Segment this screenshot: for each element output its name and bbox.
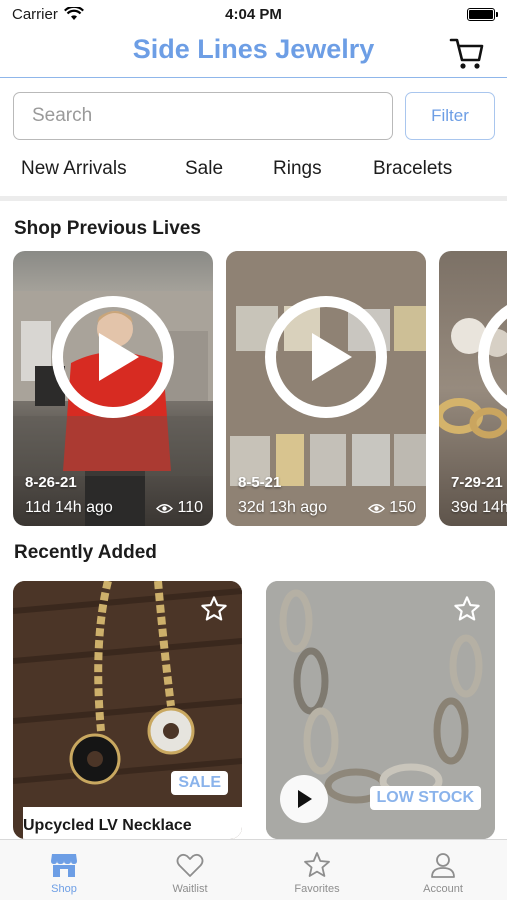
sale-badge: SALE <box>171 771 228 795</box>
live-time-ago: 39d 14h ago <box>451 499 507 516</box>
section-divider <box>0 196 507 201</box>
status-bar: Carrier 4:04 PM <box>0 0 507 28</box>
recent-section-title: Recently Added <box>14 542 157 563</box>
video-play-button[interactable] <box>280 775 328 823</box>
live-date: 8-26-21 <box>25 474 77 491</box>
cart-icon[interactable] <box>449 36 485 70</box>
live-views: 110 <box>156 499 203 517</box>
play-icon <box>312 333 352 381</box>
product-name: Upcycled LV Necklace <box>23 807 242 839</box>
live-card[interactable]: 8-5-21 32d 13h ago 150 <box>226 251 426 526</box>
product-card[interactable]: LOW STOCK <box>266 581 495 839</box>
app-header: Side Lines Jewelry <box>0 28 507 78</box>
lives-section-title: Shop Previous Lives <box>14 218 201 239</box>
play-icon <box>99 333 139 381</box>
carrier-label: Carrier <box>12 5 58 23</box>
eye-icon <box>156 503 174 513</box>
product-card[interactable]: SALE Upcycled LV Necklace <box>13 581 242 839</box>
live-views: 150 <box>368 499 416 517</box>
battery-icon <box>467 7 498 21</box>
bottom-tab-bar: Shop Waitlist Favorites Account <box>0 839 507 900</box>
live-views-count: 110 <box>177 499 203 516</box>
live-views-count: 150 <box>389 499 416 516</box>
category-tabs: New Arrivals Sale Rings Bracelets <box>0 152 507 186</box>
person-icon <box>431 853 455 878</box>
category-tab-rings[interactable]: Rings <box>273 158 322 180</box>
category-tab-sale[interactable]: Sale <box>185 158 223 180</box>
app-title: Side Lines Jewelry <box>132 34 375 64</box>
store-icon <box>51 854 77 877</box>
play-icon <box>298 790 312 808</box>
tab-shop[interactable]: Shop <box>19 840 109 900</box>
tab-label: Favorites <box>294 883 340 895</box>
live-date: 8-5-21 <box>238 474 282 491</box>
search-input[interactable] <box>13 92 393 140</box>
star-icon <box>304 852 330 877</box>
search-row: Filter <box>13 92 495 140</box>
eye-icon <box>368 503 386 513</box>
star-icon[interactable] <box>453 595 481 623</box>
tab-favorites[interactable]: Favorites <box>272 840 362 900</box>
tab-label: Waitlist <box>172 883 208 895</box>
star-icon[interactable] <box>200 595 228 623</box>
heart-icon <box>176 853 204 877</box>
live-time-ago: 32d 13h ago <box>238 499 327 516</box>
status-left: Carrier <box>12 6 84 23</box>
category-tab-new-arrivals[interactable]: New Arrivals <box>21 158 127 180</box>
filter-button[interactable]: Filter <box>405 92 495 140</box>
play-button[interactable] <box>52 296 174 418</box>
tab-account[interactable]: Account <box>398 840 488 900</box>
category-tab-bracelets[interactable]: Bracelets <box>373 158 452 180</box>
live-time-ago: 11d 14h ago <box>25 499 113 516</box>
live-card[interactable]: 8-26-21 11d 14h ago 110 <box>13 251 213 526</box>
tab-label: Account <box>423 883 463 895</box>
lives-carousel[interactable]: 8-26-21 11d 14h ago 110 8-5-21 32d 13h a… <box>13 251 507 526</box>
wifi-icon <box>63 7 84 20</box>
low-stock-badge: LOW STOCK <box>369 786 481 810</box>
live-date: 7-29-21 <box>451 474 503 491</box>
live-card[interactable]: 7-29-21 39d 14h ago <box>439 251 507 526</box>
tab-label: Shop <box>51 883 77 895</box>
tab-waitlist[interactable]: Waitlist <box>145 840 235 900</box>
play-button[interactable] <box>265 296 387 418</box>
